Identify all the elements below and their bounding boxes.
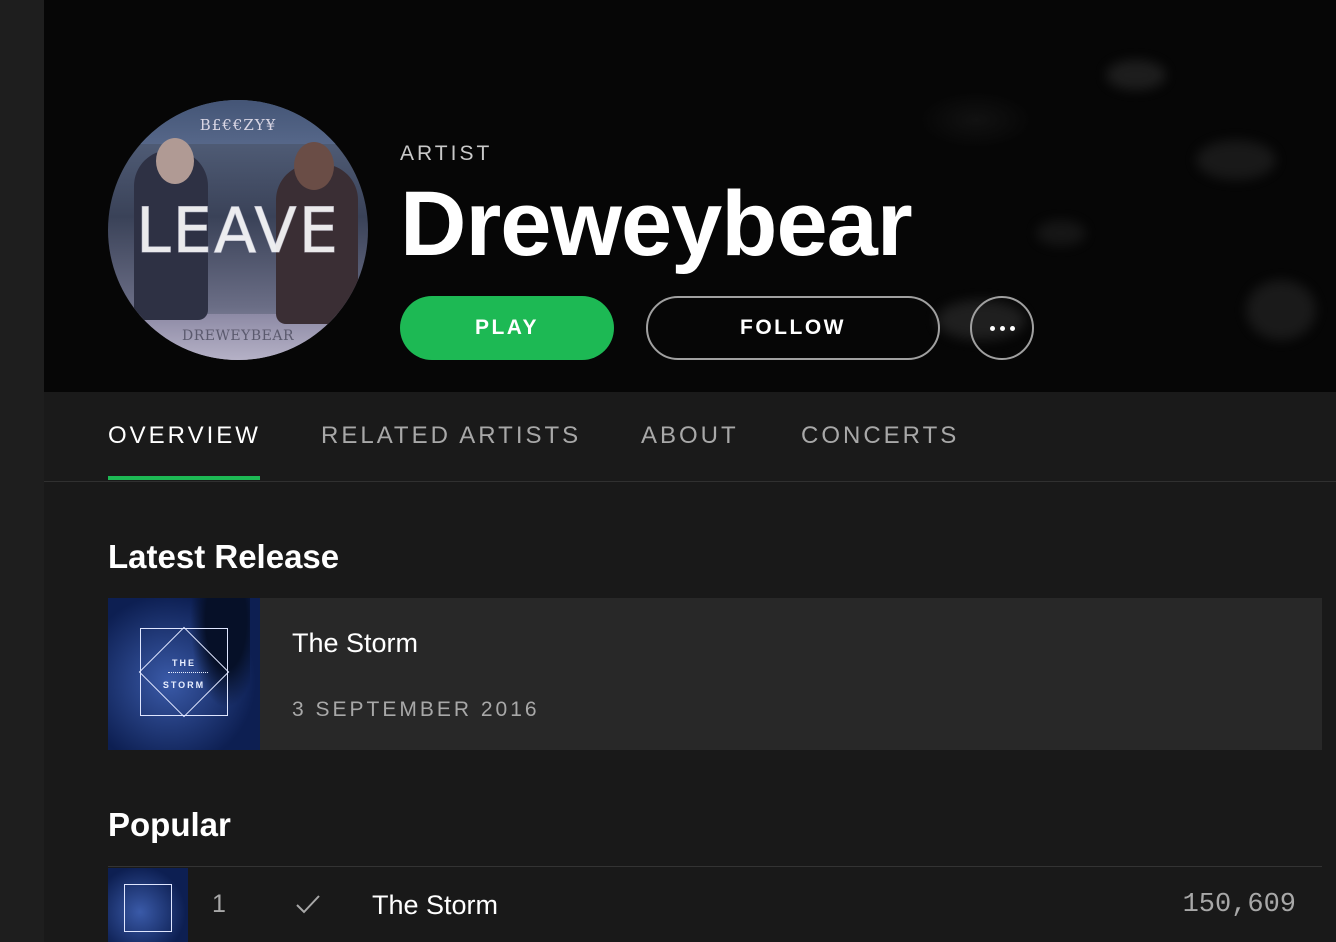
- track-row[interactable]: 1 The Storm 150,609: [108, 868, 1322, 942]
- more-options-button[interactable]: [970, 296, 1034, 360]
- tab-overview[interactable]: OVERVIEW: [108, 422, 261, 450]
- release-title[interactable]: The Storm: [292, 628, 418, 659]
- latest-release-heading: Latest Release: [108, 538, 340, 575]
- artist-type-label: ARTIST: [400, 142, 493, 165]
- track-play-count: 150,609: [1182, 890, 1296, 920]
- tab-related-artists[interactable]: RELATED ARTISTS: [321, 422, 581, 450]
- tab-about[interactable]: ABOUT: [641, 422, 739, 450]
- app-window: B£€€ZY¥ LEAVE DREWEYBEAR ARTIST Dreweybe…: [0, 0, 1336, 942]
- release-cover[interactable]: THE STORM: [108, 598, 260, 750]
- active-tab-indicator: [108, 476, 260, 480]
- left-sidebar-edge: [0, 0, 44, 942]
- track-number: 1: [212, 890, 226, 918]
- play-button[interactable]: PLAY: [400, 296, 614, 360]
- cover-text-storm: STORM: [162, 680, 206, 690]
- artist-page: B£€€ZY¥ LEAVE DREWEYBEAR ARTIST Dreweybe…: [44, 0, 1336, 942]
- avatar-top-text: B£€€ZY¥: [199, 116, 277, 134]
- popular-heading: Popular: [108, 806, 231, 843]
- artist-avatar: B£€€ZY¥ LEAVE DREWEYBEAR: [108, 100, 368, 360]
- more-options-icon: [989, 325, 995, 331]
- avatar-main-text: LEAVE: [136, 194, 340, 268]
- track-title: The Storm: [372, 890, 499, 920]
- tab-concerts[interactable]: CONCERTS: [801, 422, 959, 450]
- follow-button[interactable]: FOLLOW: [646, 296, 940, 360]
- release-date: 3 SEPTEMBER 2016: [292, 698, 540, 721]
- artist-name: Dreweybear: [400, 173, 913, 275]
- cover-text-the: THE: [172, 658, 196, 668]
- check-icon[interactable]: [294, 890, 322, 918]
- track-cover: [108, 868, 188, 942]
- artist-tabs: OVERVIEW RELATED ARTISTS ABOUT CONCERTS: [44, 392, 1336, 482]
- popular-divider: [108, 866, 1322, 867]
- avatar-bottom-text: DREWEYBEAR: [182, 328, 294, 344]
- artist-header: B£€€ZY¥ LEAVE DREWEYBEAR ARTIST Dreweybe…: [44, 0, 1336, 392]
- latest-release-card[interactable]: THE STORM The Storm 3 SEPTEMBER 2016: [108, 598, 1322, 750]
